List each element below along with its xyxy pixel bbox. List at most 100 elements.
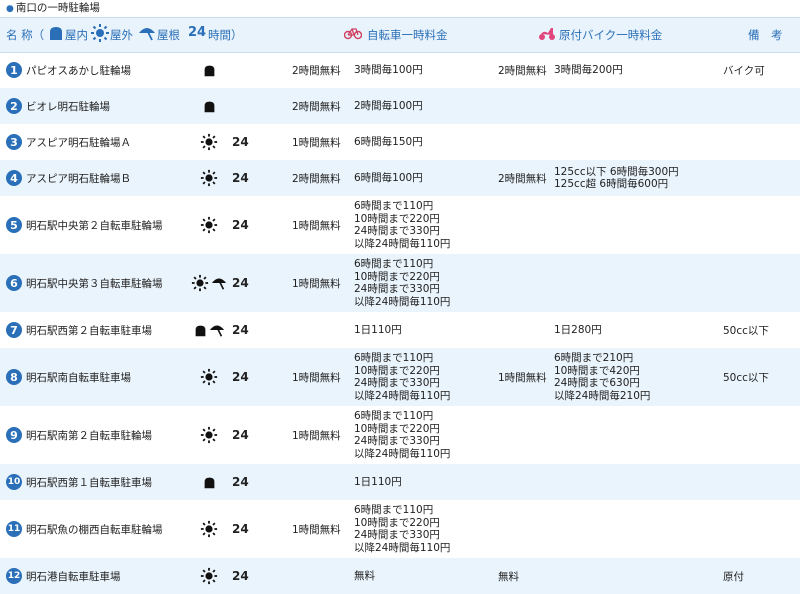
moped-fee-line: 125cc以下 6時間毎300円	[554, 165, 679, 178]
section-title: ● 南口の一時駐輪場	[6, 1, 100, 15]
row-number-badge: 9	[6, 427, 22, 443]
open-24h-label: 24	[232, 370, 249, 384]
bicycle-fee-line: 6時間毎150円	[354, 135, 423, 148]
indoor-icon	[203, 476, 216, 489]
header-hours-label: 時間）	[208, 28, 243, 42]
row-number-badge: 8	[6, 369, 22, 385]
bicycle-fee: 6時間まで110円 10時間まで220円 24時間まで330円 以降24時間毎110円	[354, 348, 450, 406]
bicycle-fee-line: 10時間まで220円	[354, 212, 440, 225]
bicycle-free-period: 2時間無料	[292, 100, 341, 113]
moped-free-period: 無料	[498, 570, 519, 583]
bicycle-fee: 6時間まで110円 10時間まで220円 24時間まで330円 以降24時間毎110円	[354, 196, 450, 254]
row-number-cell: 2	[0, 88, 24, 124]
row-number-badge: 3	[6, 134, 22, 150]
bicycle-free-period: 1時間無料	[292, 371, 341, 384]
moped-fee-line: 6時間まで210円	[554, 352, 634, 364]
header-bicycle-label: 自転車一時料金	[367, 28, 448, 42]
bicycle-icon	[344, 26, 362, 40]
row-number-badge: 10	[6, 474, 22, 490]
parking-name: 明石駅西第１自転車駐車場	[26, 476, 152, 489]
row-number-badge: 7	[6, 322, 22, 338]
bicycle-fee-line: 2時間毎100円	[354, 99, 423, 112]
moped-free-period: 2時間無料	[498, 64, 547, 77]
table-row: 2 ビオレ明石駐輪場 2時間無料 2時間毎100円	[0, 88, 800, 124]
table-row: 5 明石駅中央第２自転車駐輪場 24 1時間無料 6時間まで110円 10時間まで220円…	[0, 196, 800, 254]
open-24h-label: 24	[232, 475, 249, 489]
facility-icons	[188, 124, 230, 160]
parking-name: 明石駅南第２自転車駐輪場	[26, 429, 152, 442]
bicycle-fee: 6時間まで110円 10時間まで220円 24時間まで330円 以降24時間毎110円	[354, 406, 450, 464]
open-24h-label: 24	[232, 276, 249, 290]
open-24h-label: 24	[232, 522, 249, 536]
facility-icons	[188, 196, 230, 254]
bicycle-fee-line: 6時間まで110円	[354, 258, 434, 270]
table-row: 7 明石駅西第２自転車駐車場 24 1日110円 1日280円 50cc以下	[0, 312, 800, 348]
moped-fee-line: 125cc超 6時間毎600円	[554, 178, 669, 190]
header-moped-label: 原付バイク一時料金	[559, 28, 663, 42]
bicycle-fee-line: 以降24時間毎110円	[354, 447, 451, 460]
row-number-cell: 5	[0, 196, 24, 254]
facility-icons	[188, 500, 230, 558]
bicycle-fee-line: 無料	[354, 569, 375, 582]
header-24-label: 24	[188, 25, 207, 40]
facility-icons	[188, 464, 230, 500]
bicycle-fee: 無料	[354, 558, 375, 594]
row-number-cell: 6	[0, 254, 24, 312]
parking-name: 明石駅中央第２自転車駐輪場	[26, 219, 163, 232]
facility-icons	[188, 348, 230, 406]
moped-fee: 125cc以下 6時間毎300円 125cc超 6時間毎600円	[554, 160, 679, 196]
row-number-badge: 1	[6, 62, 22, 78]
bicycle-fee-line: 10時間まで220円	[354, 364, 440, 377]
table-row: 9 明石駅南第２自転車駐輪場 24 1時間無料 6時間まで110円 10時間まで220円 2…	[0, 406, 800, 464]
open-24h-label: 24	[232, 135, 249, 149]
table-header: 名 称（ 屋内 屋外 屋根 24 時間） 自転車一時料金 原付バイク一時料金 備…	[0, 17, 800, 53]
row-number-cell: 9	[0, 406, 24, 464]
bicycle-fee-line: 6時間まで110円	[354, 352, 434, 364]
bicycle-free-period: 1時間無料	[292, 219, 341, 232]
parking-name: アスピア明石駐輪場Ｂ	[26, 172, 131, 185]
remarks: 50cc以下	[723, 371, 769, 384]
moped-fee: 6時間まで210円 10時間まで420円 24時間まで630円 以降24時間毎210円	[554, 348, 650, 406]
header-roof-label: 屋根	[157, 28, 180, 42]
table-row: 6 明石駅中央第３自転車駐輪場 24 1時間無料 6時間まで110円 10時間まで220円…	[0, 254, 800, 312]
row-number-cell: 3	[0, 124, 24, 160]
bicycle-free-period: 1時間無料	[292, 523, 341, 536]
outdoor-icon	[90, 23, 110, 43]
bicycle-fee: 6時間まで110円 10時間まで220円 24時間まで330円 以降24時間毎110円	[354, 500, 450, 558]
bicycle-free-period: 1時間無料	[292, 277, 341, 290]
bicycle-fee: 3時間毎100円	[354, 52, 423, 88]
moped-fee: 3時間毎200円	[554, 52, 623, 88]
bicycle-fee-line: 以降24時間毎110円	[354, 541, 451, 554]
table-row: 4 アスピア明石駐輪場Ｂ 24 2時間無料 6時間毎100円 2時間無料 125cc以下 6…	[0, 160, 800, 196]
table-row: 10 明石駅西第１自転車駐車場 24 1日110円	[0, 464, 800, 500]
bicycle-fee-line: 3時間毎100円	[354, 63, 423, 76]
open-24h-label: 24	[232, 218, 249, 232]
remarks: 原付	[723, 570, 744, 583]
moped-fee: 1日280円	[554, 312, 602, 348]
row-number-cell: 4	[0, 160, 24, 196]
bicycle-fee-line: 6時間まで110円	[354, 504, 434, 516]
row-number-cell: 11	[0, 500, 24, 558]
parking-name: 明石駅中央第３自転車駐輪場	[26, 277, 163, 290]
bicycle-fee-line: 以降24時間毎110円	[354, 237, 451, 250]
section-title-text: 南口の一時駐輪場	[15, 2, 100, 14]
indoor-icon	[194, 324, 207, 337]
moped-fee-line: 3時間毎200円	[554, 63, 623, 76]
remarks: 50cc以下	[723, 324, 769, 337]
open-24h-label: 24	[232, 171, 249, 185]
moped-free-period: 1時間無料	[498, 371, 547, 384]
bicycle-fee-line: 24時間まで330円	[354, 225, 440, 237]
bicycle-fee-line: 1日110円	[354, 475, 402, 488]
bicycle-fee-line: 24時間まで330円	[354, 377, 440, 389]
outdoor-icon	[200, 169, 218, 187]
header-outdoor-label: 屋外	[110, 28, 133, 42]
remarks: バイク可	[723, 64, 765, 77]
facility-icons	[188, 312, 230, 348]
indoor-icon	[48, 25, 64, 41]
facility-icons	[188, 88, 230, 124]
bicycle-fee-line: 24時間まで330円	[354, 529, 440, 541]
row-number-badge: 6	[6, 275, 22, 291]
facility-icons	[188, 52, 230, 88]
bicycle-fee-line: 10時間まで220円	[354, 270, 440, 283]
parking-name: 明石駅西第２自転車駐車場	[26, 324, 152, 337]
